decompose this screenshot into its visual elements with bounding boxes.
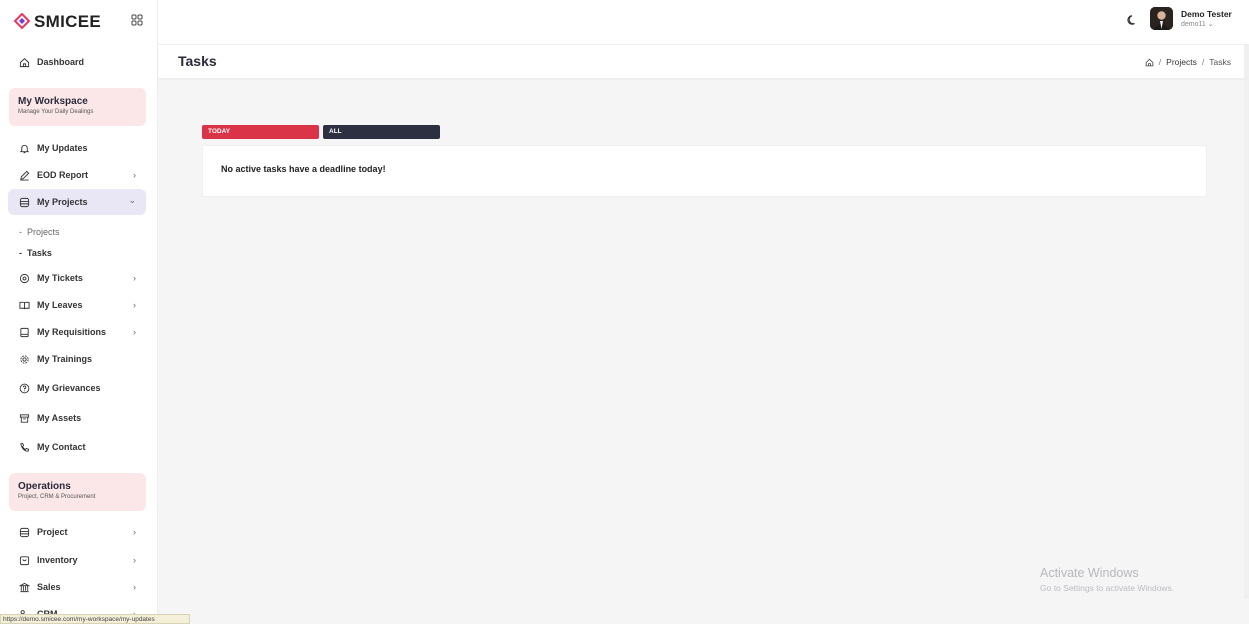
phone-icon bbox=[18, 441, 30, 453]
sidebar-item-dashboard[interactable]: Dashboard bbox=[8, 49, 146, 75]
sidebar: SMICEE Dashboard My Workspace Manage You… bbox=[0, 0, 158, 624]
empty-message: No active tasks have a deadline today! bbox=[221, 164, 386, 174]
bell-icon bbox=[18, 142, 30, 154]
sidebar-item-label: Project bbox=[37, 527, 68, 537]
sidebar-item-label: Dashboard bbox=[37, 57, 85, 67]
gear-icon bbox=[18, 353, 30, 365]
sub-dash: - bbox=[19, 248, 22, 258]
sidebar-item-label: EOD Report bbox=[37, 170, 89, 180]
user-id[interactable]: demo11 ⌄ bbox=[1181, 20, 1214, 28]
sidebar-item-inventory[interactable]: Inventory › bbox=[8, 547, 146, 573]
breadcrumb-separator: / bbox=[1158, 57, 1162, 67]
status-url: https://demo.smicee.com/my-workspace/my-… bbox=[0, 614, 190, 624]
sidebar-subitem-label: Tasks bbox=[27, 248, 52, 258]
sidebar-subitem-projects[interactable]: - Projects bbox=[19, 227, 60, 237]
sidebar-item-label: My Tickets bbox=[37, 273, 83, 283]
brand-name: SMICEE bbox=[34, 12, 101, 31]
sidebar-item-my-contact[interactable]: My Contact bbox=[8, 434, 146, 460]
grid-icon[interactable] bbox=[131, 14, 143, 26]
avatar[interactable] bbox=[1150, 7, 1173, 30]
page-title: Tasks bbox=[178, 53, 217, 69]
inventory-icon bbox=[18, 554, 30, 566]
sidebar-item-label: Sales bbox=[37, 582, 61, 592]
user-name[interactable]: Demo Tester bbox=[1181, 9, 1232, 19]
sidebar-item-sales[interactable]: Sales › bbox=[8, 574, 146, 600]
sidebar-item-my-grievances[interactable]: My Grievances bbox=[8, 375, 146, 401]
book-icon bbox=[18, 299, 30, 311]
tasks-card: No active tasks have a deadline today! bbox=[202, 145, 1207, 197]
chevron-right-icon: › bbox=[133, 327, 136, 337]
sidebar-item-eod-report[interactable]: EOD Report › bbox=[8, 162, 146, 188]
brand-logo-icon bbox=[14, 13, 30, 30]
bank-icon bbox=[18, 581, 30, 593]
sidebar-item-label: My Requisitions bbox=[37, 327, 107, 337]
pen-icon bbox=[18, 169, 30, 181]
chevron-right-icon: › bbox=[133, 273, 136, 283]
tab-today[interactable]: TODAY bbox=[202, 125, 319, 139]
home-icon bbox=[18, 56, 30, 68]
sidebar-item-label: My Assets bbox=[37, 413, 82, 423]
chevron-down-icon: ⌄ bbox=[128, 195, 136, 205]
sidebar-item-label: My Grievances bbox=[37, 383, 101, 393]
workspace-section: My Workspace Manage Your Daily Dealings bbox=[9, 88, 146, 126]
breadcrumb-projects-link[interactable]: Projects bbox=[1166, 57, 1197, 67]
clipboard-icon bbox=[18, 326, 30, 338]
home-icon[interactable] bbox=[1145, 58, 1154, 67]
sidebar-subitem-tasks[interactable]: - Tasks bbox=[19, 248, 52, 258]
chevron-right-icon: › bbox=[133, 555, 136, 565]
sidebar-item-label: My Updates bbox=[37, 143, 88, 153]
moon-icon[interactable] bbox=[1126, 13, 1138, 25]
sidebar-item-my-requisitions[interactable]: My Requisitions › bbox=[8, 319, 146, 345]
sub-dash: - bbox=[19, 227, 22, 237]
section-subtitle: Manage Your Daily Dealings bbox=[18, 109, 94, 115]
operations-section: Operations Project, CRM & Procurement bbox=[9, 473, 146, 511]
database-icon bbox=[18, 526, 30, 538]
activate-windows-title: Activate Windows bbox=[1040, 566, 1139, 580]
sidebar-item-my-updates[interactable]: My Updates bbox=[8, 135, 146, 161]
sidebar-subitem-label: Projects bbox=[27, 227, 60, 237]
chevron-right-icon: › bbox=[133, 170, 136, 180]
scrollbar[interactable] bbox=[1244, 44, 1249, 599]
chevron-right-icon: › bbox=[133, 527, 136, 537]
breadcrumb: / Projects / Tasks bbox=[1145, 57, 1231, 67]
page-header: Tasks / Projects / Tasks bbox=[158, 44, 1249, 78]
breadcrumb-current: Tasks bbox=[1209, 57, 1231, 67]
chevron-right-icon: › bbox=[133, 300, 136, 310]
sidebar-item-my-tickets[interactable]: My Tickets › bbox=[8, 265, 146, 291]
archive-icon bbox=[18, 412, 30, 424]
sidebar-item-label: My Trainings bbox=[37, 354, 93, 364]
sidebar-item-my-assets[interactable]: My Assets bbox=[8, 405, 146, 431]
section-subtitle: Project, CRM & Procurement bbox=[18, 494, 96, 500]
sidebar-item-my-trainings[interactable]: My Trainings bbox=[8, 346, 146, 372]
section-title: My Workspace bbox=[18, 96, 88, 107]
topbar: Demo Tester demo11 ⌄ bbox=[158, 0, 1249, 44]
sidebar-item-label: My Projects bbox=[37, 197, 88, 207]
ticket-icon bbox=[18, 272, 30, 284]
section-title: Operations bbox=[18, 481, 71, 492]
sidebar-item-label: My Leaves bbox=[37, 300, 83, 310]
sidebar-item-my-projects[interactable]: My Projects ⌄ bbox=[8, 189, 146, 215]
breadcrumb-separator: / bbox=[1201, 57, 1205, 67]
brand[interactable]: SMICEE bbox=[0, 0, 157, 44]
sidebar-item-project[interactable]: Project › bbox=[8, 519, 146, 545]
database-icon bbox=[18, 196, 30, 208]
sidebar-item-label: Inventory bbox=[37, 555, 78, 565]
sidebar-item-label: My Contact bbox=[37, 442, 86, 452]
chevron-right-icon: › bbox=[133, 582, 136, 592]
sidebar-item-my-leaves[interactable]: My Leaves › bbox=[8, 292, 146, 318]
tab-all[interactable]: ALL bbox=[323, 125, 440, 139]
activate-windows-subtitle: Go to Settings to activate Windows. bbox=[1040, 583, 1175, 593]
question-icon bbox=[18, 382, 30, 394]
